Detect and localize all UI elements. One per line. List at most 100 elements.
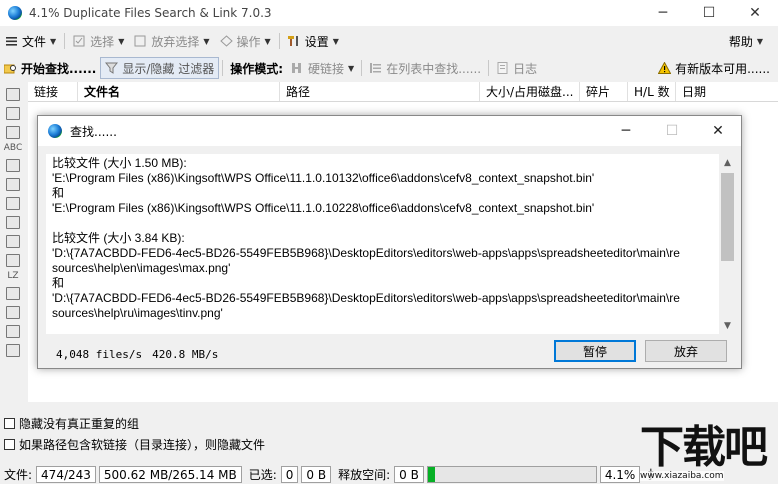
abc-sort-label[interactable]: ABC	[0, 143, 26, 153]
dialog-minimize-button[interactable]: ─	[603, 116, 649, 146]
log-line: sources\help\en\images\max.png'	[52, 261, 231, 275]
title-bar: 4.1% Duplicate Files Search & Link 7.0.3…	[0, 0, 778, 26]
chevron-down-icon: ▼	[118, 36, 125, 46]
eye-icon[interactable]	[6, 88, 20, 101]
maximize-button[interactable]: ☐	[686, 0, 732, 26]
hide-non-duplicate-option[interactable]: 隐藏没有真正重复的组	[4, 415, 139, 432]
dialog-window-controls: ─ ☐ ✕	[603, 116, 741, 146]
hide-softlink-label: 如果路径包含软链接（目录连接），则隐藏文件	[19, 438, 266, 452]
search-folder-icon	[3, 62, 17, 74]
chevron-down-icon: ▼	[264, 36, 271, 46]
dialog-maximize-button[interactable]: ☐	[649, 116, 695, 146]
column-link[interactable]: 链接	[28, 82, 78, 101]
comparison-log[interactable]: 比较文件 (大小 1.50 MB): 'E:\Program Files (x86…	[46, 154, 736, 334]
add-file-icon[interactable]	[6, 126, 20, 139]
new-version-link[interactable]: 有新版本可用......	[654, 57, 774, 79]
filter-list-icon[interactable]	[6, 306, 20, 319]
link-icon[interactable]	[6, 287, 20, 300]
rows-icon[interactable]	[6, 344, 20, 357]
list-search-icon	[369, 62, 382, 74]
dialog-close-button[interactable]: ✕	[695, 116, 741, 146]
mb-per-second: 420.8 MB/s	[152, 348, 219, 361]
vertical-scrollbar[interactable]: ▲ ▼	[719, 154, 736, 334]
log-document-icon	[496, 62, 509, 74]
column-filename[interactable]: 文件名	[78, 82, 280, 101]
toolbar-separator	[222, 60, 224, 76]
column-path[interactable]: 路径	[280, 82, 480, 101]
log-lines: 比较文件 (大小 1.50 MB): 'E:\Program Files (x86…	[52, 156, 714, 321]
toolbar: 开始查找...... 显示/隐藏 过滤器 操作模式: 硬链接 ▼ 在列表中查找.…	[0, 56, 778, 80]
menu-separator	[64, 33, 66, 49]
group-icon[interactable]	[6, 159, 20, 172]
scroll-thumb[interactable]	[721, 173, 734, 261]
log-line: 比较文件 (大小 1.50 MB):	[52, 156, 187, 170]
toggle-filter-label: 显示/隐藏 过滤器	[122, 61, 215, 76]
warning-icon	[657, 61, 672, 74]
hide-softlink-option[interactable]: 如果路径包含软链接（目录连接），则隐藏文件	[4, 436, 265, 453]
column-hl-count[interactable]: H/L 数	[628, 82, 676, 101]
app-logo-icon	[8, 6, 22, 20]
find-in-list-label: 在列表中查找......	[386, 61, 482, 76]
chevron-down-icon: ▼	[756, 36, 763, 46]
scroll-up-arrow-icon[interactable]: ▲	[719, 154, 736, 171]
minimize-button[interactable]: ─	[640, 0, 686, 26]
menu-deselect[interactable]: 放弃选择 ▼	[129, 31, 214, 51]
log-line: 'E:\Program Files (x86)\Kingsoft\WPS Off…	[52, 201, 595, 215]
menu-operate[interactable]: 操作 ▼	[215, 31, 276, 51]
log-line: sources\help\ru\images\tinv.png'	[52, 306, 223, 320]
log-line: 和	[52, 276, 65, 290]
hard-link-button[interactable]: 硬链接 ▼	[287, 57, 358, 79]
log-line: 'E:\Program Files (x86)\Kingsoft\WPS Off…	[52, 171, 595, 185]
hide-non-duplicate-label: 隐藏没有真正重复的组	[19, 417, 140, 431]
columns-icon[interactable]	[6, 325, 20, 338]
free-space-value: 0 B	[394, 466, 424, 483]
progress-fill	[427, 467, 435, 482]
search-progress-dialog: 查找...... ─ ☐ ✕ 比较文件 (大小 1.50 MB): 'E:\Pro…	[37, 115, 742, 369]
copy-icon[interactable]	[6, 107, 20, 120]
start-search-label: 开始查找......	[21, 61, 97, 76]
menu-select[interactable]: 选择 ▼	[68, 31, 129, 51]
hide-non-duplicate-checkbox[interactable]	[4, 418, 15, 429]
log-button[interactable]: 日志	[492, 57, 541, 79]
menu-help[interactable]: 帮助 ▼	[724, 31, 768, 51]
menu-settings[interactable]: 设置 ▼	[283, 31, 344, 51]
chevron-down-icon: ▼	[332, 36, 339, 46]
close-button[interactable]: ✕	[732, 0, 778, 26]
chevron-down-icon: ▼	[348, 63, 355, 73]
window-controls: ─ ☐ ✕	[640, 0, 778, 26]
split-icon[interactable]	[6, 197, 20, 210]
log-line: 和	[52, 186, 65, 200]
toggle-filter-button[interactable]: 显示/隐藏 过滤器	[100, 57, 220, 79]
abort-button[interactable]: 放弃	[645, 340, 727, 362]
column-date[interactable]: 日期	[676, 82, 778, 101]
menu-help-label: 帮助	[728, 34, 753, 49]
column-fragments[interactable]: 碎片	[580, 82, 628, 101]
hamburger-icon	[5, 35, 18, 47]
log-line: 'D:\{7A7ACBDD-FED6-4ec5-BD26-5549FEB5B96…	[52, 291, 680, 305]
start-search-button[interactable]: 开始查找......	[0, 57, 100, 79]
delete-icon[interactable]	[6, 216, 20, 229]
tree-icon[interactable]	[6, 178, 20, 191]
hard-link-label: 硬链接	[308, 61, 345, 76]
scroll-down-arrow-icon[interactable]: ▼	[719, 317, 736, 334]
hide-softlink-checkbox[interactable]	[4, 439, 15, 450]
column-size[interactable]: 大小/占用磁盘...	[480, 82, 580, 101]
find-in-list-button[interactable]: 在列表中查找......	[365, 57, 485, 79]
lz-label[interactable]: LZ	[0, 271, 26, 281]
files-count: 474/243	[36, 466, 96, 483]
recycle-icon[interactable]	[6, 235, 20, 248]
toolbar-separator	[488, 60, 490, 76]
files-per-second: 4,048 files/s	[56, 348, 143, 361]
pause-button[interactable]: 暂停	[554, 340, 636, 362]
selected-count: 0	[280, 466, 299, 483]
menu-deselect-label: 放弃选择	[151, 34, 200, 49]
search-speed: 4,048 files/s 420.8 MB/s	[56, 348, 228, 361]
search-progress-bar	[426, 466, 597, 483]
site-watermark-logo: 下载吧 www.xiazaiba.com	[640, 424, 778, 484]
toolbar-separator	[361, 60, 363, 76]
free-space-label: 释放空间:	[338, 468, 391, 482]
log-line: 'D:\{7A7ACBDD-FED6-4ec5-BD26-5549FEB5B96…	[52, 246, 680, 260]
menu-file[interactable]: 文件 ▼	[0, 31, 61, 51]
export-icon[interactable]	[6, 254, 20, 267]
diamond-icon	[219, 35, 233, 47]
